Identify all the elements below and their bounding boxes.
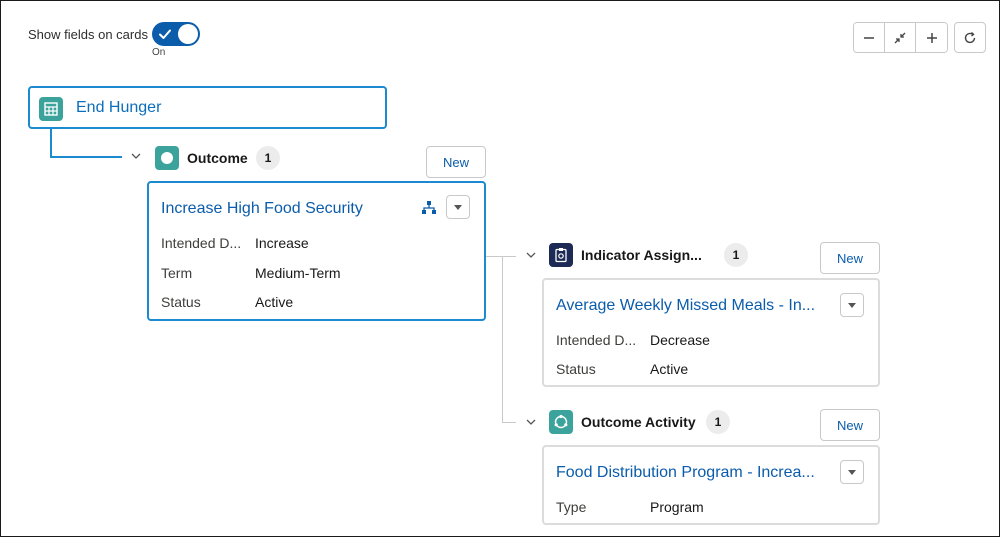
connector-line (50, 129, 52, 158)
plus-icon (926, 32, 937, 43)
indicator-icon (549, 243, 573, 267)
root-goal-card[interactable]: End Hunger (28, 86, 387, 129)
field-value: Active (255, 294, 294, 310)
outcome-count-badge: 1 (256, 146, 280, 170)
outcome-activity-card[interactable]: Food Distribution Program - Increa... Ty… (542, 445, 880, 525)
field-label: Term (161, 265, 193, 281)
root-goal-title[interactable]: End Hunger (76, 99, 161, 117)
outcome-activity-card-menu-button[interactable] (840, 460, 864, 484)
outcome-new-button[interactable]: New (426, 146, 486, 178)
outcome-activity-count-badge: 1 (706, 410, 730, 434)
indicator-section-title: Indicator Assign... (581, 247, 702, 263)
toggle-state: On (152, 47, 166, 58)
zoom-in-button[interactable] (916, 23, 947, 52)
show-fields-label: Show fields on cards (28, 27, 148, 42)
chevron-down-icon[interactable] (525, 416, 537, 431)
field-value: Active (650, 361, 689, 377)
outcome-section-title: Outcome (187, 150, 248, 166)
indicator-card-menu-button[interactable] (840, 293, 864, 317)
outcome-card-title[interactable]: Increase High Food Security (161, 200, 363, 218)
indicator-new-button[interactable]: New (820, 242, 880, 274)
caret-down-icon (848, 470, 856, 475)
field-value: Program (650, 499, 704, 515)
show-fields-toggle[interactable] (152, 22, 200, 46)
field-label: Intended D... (556, 332, 637, 348)
refresh-button[interactable] (954, 22, 986, 53)
zoom-controls (853, 22, 948, 53)
field-value: Decrease (650, 332, 710, 348)
indicator-card[interactable]: Average Weekly Missed Meals - In... Inte… (542, 278, 880, 387)
field-label: Status (161, 294, 201, 310)
refresh-icon (964, 31, 976, 43)
outcome-activity-icon (549, 410, 573, 434)
connector-line (50, 156, 122, 158)
connector-line (502, 256, 516, 257)
zoom-out-button[interactable] (854, 23, 885, 52)
connector-line (502, 422, 516, 423)
outcome-activity-card-title[interactable]: Food Distribution Program - Increa... (556, 464, 815, 482)
connector-line (502, 256, 503, 423)
indicator-card-title[interactable]: Average Weekly Missed Meals - In... (556, 297, 815, 315)
caret-down-icon (454, 205, 462, 210)
toggle-knob (178, 24, 198, 44)
goal-icon (39, 97, 63, 121)
outcome-icon (155, 146, 179, 170)
field-value: Increase (255, 235, 309, 251)
hierarchy-icon[interactable] (421, 200, 437, 216)
outcome-activity-section-title: Outcome Activity (581, 414, 696, 430)
chevron-down-icon[interactable] (525, 249, 537, 264)
caret-down-icon (848, 303, 856, 308)
indicator-count-badge: 1 (724, 243, 748, 267)
collapse-arrows-icon (894, 32, 906, 43)
chevron-down-icon[interactable] (130, 150, 142, 165)
outcome-activity-new-button[interactable]: New (820, 409, 880, 441)
fit-to-view-button[interactable] (885, 23, 916, 52)
check-icon (159, 29, 171, 39)
minus-icon (864, 36, 874, 39)
connector-line (486, 256, 502, 257)
outcome-card[interactable]: Increase High Food Security Intended D..… (147, 181, 486, 321)
field-label: Type (556, 499, 587, 515)
outcome-card-menu-button[interactable] (446, 195, 470, 219)
field-label: Status (556, 361, 596, 377)
field-label: Intended D... (161, 235, 242, 251)
field-value: Medium-Term (255, 265, 341, 281)
